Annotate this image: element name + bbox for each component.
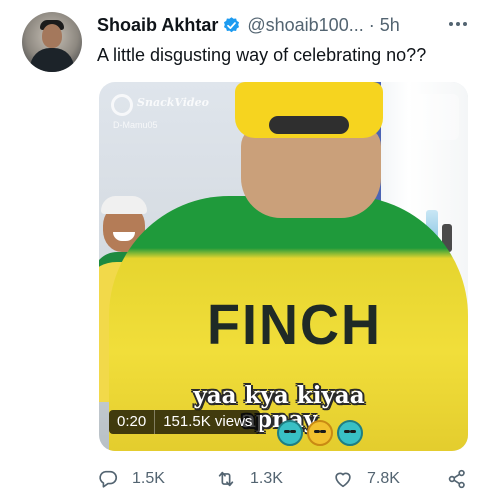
watermark-name: SnackVideo (137, 96, 209, 109)
heart-icon (335, 472, 351, 488)
reply-button[interactable]: 1.5K (97, 466, 165, 492)
retweet-icon (218, 471, 234, 487)
jersey-name: FINCH (207, 293, 382, 357)
tweet-timestamp[interactable]: 5h (380, 15, 400, 36)
avatar-body (30, 48, 74, 72)
tweet-header: Shoaib Akhtar @shoaib100... · 5h (97, 14, 400, 36)
like-button[interactable]: 7.8K (332, 466, 400, 492)
more-options-icon[interactable] (446, 16, 470, 32)
tweet-actions: 1.5K 1.3K 7.8K (97, 466, 477, 492)
like-count: 7.8K (367, 470, 400, 487)
author-handle[interactable]: @shoaib100... (247, 15, 363, 36)
verified-badge-icon (224, 16, 240, 32)
more-dot (463, 22, 467, 26)
video-info-overlay: 0:20 151.5K views (109, 410, 261, 434)
crying-emoji-icon (337, 420, 363, 446)
tournament-logo-icon (411, 94, 459, 140)
author-avatar[interactable] (22, 12, 82, 72)
more-dot (456, 22, 460, 26)
reply-count: 1.5K (132, 470, 165, 487)
caption-emojis (277, 420, 363, 446)
video-views: 151.5K views (163, 413, 253, 430)
video-player[interactable]: FINCH SnackVideo D-Mamu05 yaa kya kiyaa … (99, 82, 468, 451)
crying-emoji-icon (307, 420, 333, 446)
snackvideo-logo-icon (111, 94, 133, 116)
header-separator: · (368, 14, 375, 35)
video-duration: 0:20 (109, 410, 156, 434)
share-button[interactable] (446, 466, 468, 492)
author-name[interactable]: Shoaib Akhtar (97, 15, 218, 36)
more-dot (449, 22, 453, 26)
watermark-user: D-Mamu05 (113, 120, 158, 130)
share-icon (448, 469, 465, 489)
reply-icon (99, 470, 118, 488)
avatar-face (42, 24, 62, 48)
retweet-count: 1.3K (250, 470, 283, 487)
video-caption-line-1: yaa kya kiyaa (193, 382, 365, 409)
crying-emoji-icon (277, 420, 303, 446)
main-player-cap-strap (269, 116, 349, 134)
main-player-head (241, 126, 381, 218)
tweet-text: A little disgusting way of celebrating n… (97, 45, 427, 65)
retweet-button[interactable]: 1.3K (215, 466, 283, 492)
